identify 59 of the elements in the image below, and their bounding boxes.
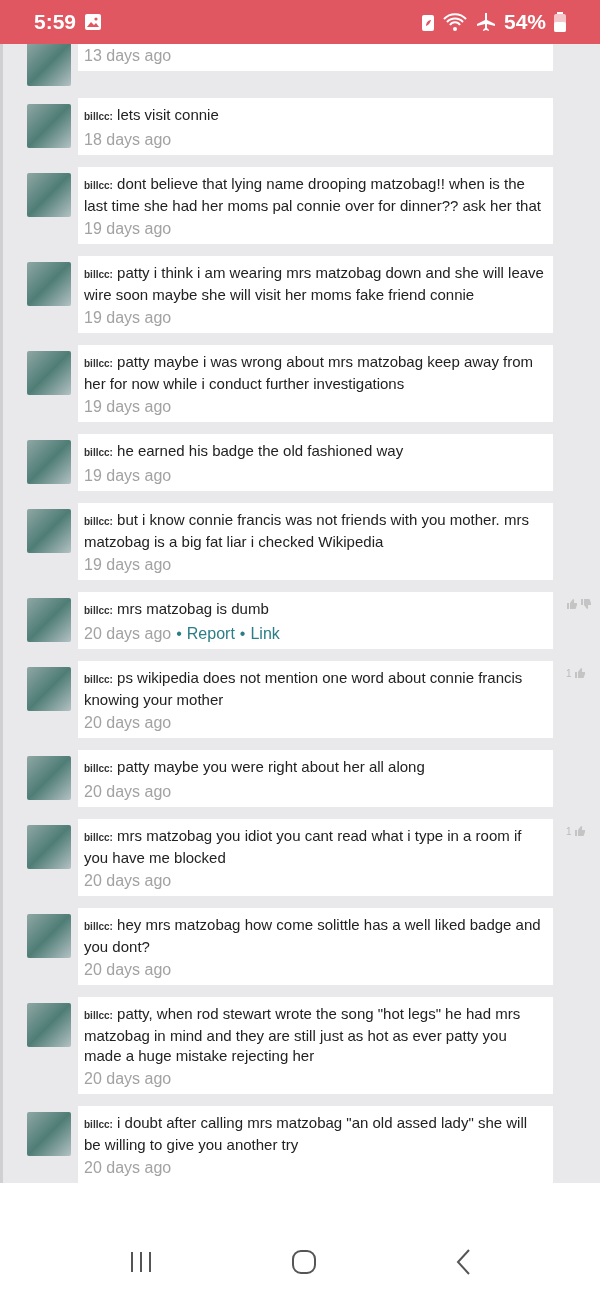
comment-action-link[interactable]: Report	[186, 625, 235, 643]
wifi-icon	[441, 12, 468, 32]
avatar-image	[27, 1003, 71, 1047]
avatar-image	[27, 598, 71, 642]
comment-time: 19 days ago	[84, 309, 172, 327]
comment-text: billcc: dont believe that lying name drooping matzobag!! when is the last time she had her moms pal connie over for dinner?? ask her that	[84, 174, 542, 216]
comment-time: 18 days ago	[84, 131, 172, 149]
comment-time: 19 days ago	[84, 398, 172, 416]
avatar-image	[27, 262, 71, 306]
comment-text: billcc: mrs matzobag you idiot you cant read what i type in a room if you have me blocked	[84, 826, 523, 868]
comment-time: 20 days ago	[84, 1070, 172, 1088]
comment-text: billcc: he earned his badge the old fashioned way	[84, 441, 405, 461]
comment-time: 20 days ago	[84, 1159, 172, 1177]
comment-time: 20 days ago	[84, 961, 172, 979]
comment-time: 19 days ago	[84, 467, 172, 485]
comment-time: 20 days ago	[84, 625, 172, 643]
comment-time: 19 days ago	[84, 556, 172, 574]
bullet-separator: •	[176, 625, 182, 643]
avatar-image	[27, 914, 71, 958]
comment-text: billcc: patty maybe you were right about her all along	[84, 757, 426, 777]
comment-time: 20 days ago	[84, 872, 172, 890]
avatar-image	[27, 825, 71, 869]
comment-time: 20 days ago	[84, 714, 172, 732]
comment-text: billcc: ps wikipedia does not mention one word about connie francis knowing your mother	[84, 668, 524, 710]
thumbs-up-icon[interactable]	[566, 598, 578, 610]
recent-apps-icon[interactable]	[129, 1250, 153, 1273]
comment-time: 20 days ago	[84, 783, 172, 801]
avatar-image	[27, 509, 71, 553]
comment-text: billcc: i doubt after calling mrs matzobag "an old assed lady" she will be willing to give you another try	[84, 1113, 529, 1155]
avatar-image	[27, 351, 71, 395]
comment-text: billcc: patty, when rod stewart wrote the song "hot legs" he had mrs matzobag in mind and they are still just as hot as ever patty you made a huge mistake rejecting her	[84, 1004, 522, 1066]
comment-text: billcc: lets visit connie	[84, 105, 220, 125]
avatar-image	[27, 44, 71, 86]
comment-text: billcc: but i know connie francis was not friends with you mother. mrs matzobag is a big fat liar i checked Wikipedia	[84, 510, 530, 552]
back-icon[interactable]	[455, 1247, 471, 1276]
avatar-image	[27, 104, 71, 148]
comment-time: 13 days ago	[84, 47, 172, 65]
thumbs-up-icon[interactable]	[573, 667, 586, 679]
battery-saver-icon	[421, 13, 434, 31]
battery-percent: 54%	[503, 10, 546, 34]
clock-time: 5:59	[34, 10, 77, 34]
comment-text: billcc: patty maybe i was wrong about mrs matzobag keep away from her for now while i conduct further investigations	[84, 352, 535, 394]
airplane-icon	[475, 12, 496, 32]
battery-icon	[554, 12, 566, 32]
comment-action-link[interactable]: Link	[250, 625, 280, 643]
comment-text: billcc: mrs matzobag is dumb	[84, 599, 270, 619]
avatar-image	[27, 667, 71, 711]
comment-time: 19 days ago	[84, 220, 172, 238]
avatar-image	[27, 1112, 71, 1156]
avatar-image	[27, 440, 71, 484]
comment-text: billcc: patty i think i am wearing mrs matzobag down and she will leave wire soon maybe she will visit her moms fake friend connie	[84, 263, 545, 305]
comment-text: billcc: hey mrs matzobag how come solittle has a well liked badge and you dont?	[84, 915, 542, 957]
home-icon[interactable]	[291, 1248, 317, 1275]
avatar-image	[27, 756, 71, 800]
avatar-image	[27, 173, 71, 217]
thumbs-down-icon[interactable]	[580, 598, 592, 610]
bullet-separator: •	[239, 625, 246, 643]
image-icon	[84, 13, 103, 31]
thumbs-up-icon[interactable]	[573, 825, 586, 837]
